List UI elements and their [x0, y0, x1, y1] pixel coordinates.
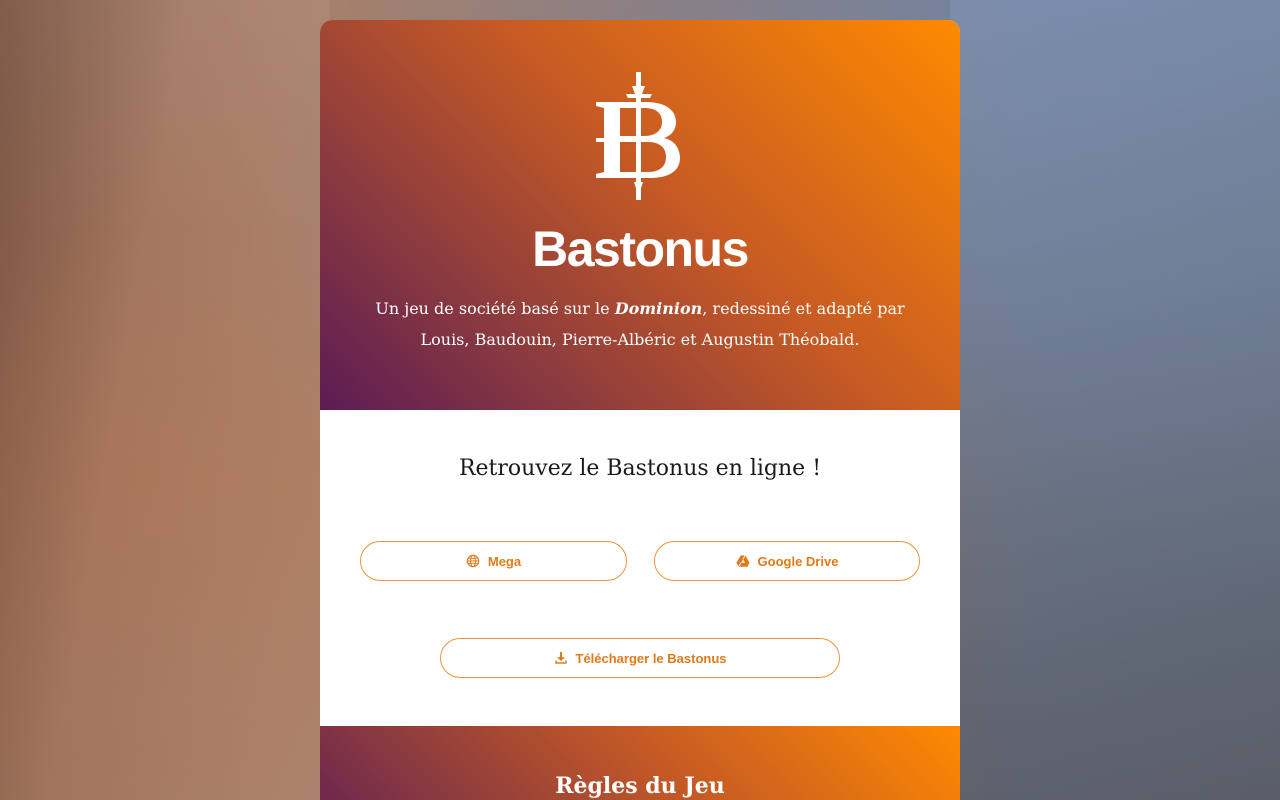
main-card: Bastonus Un jeu de société basé sur le D… — [320, 20, 960, 800]
globe-icon — [466, 554, 480, 568]
download-icon — [554, 651, 567, 664]
background-cliffs — [0, 0, 330, 800]
hero-section: Bastonus Un jeu de société basé sur le D… — [320, 20, 960, 410]
google-drive-icon — [735, 555, 750, 567]
google-drive-button[interactable]: Google Drive — [654, 541, 920, 581]
hero-subtitle: Un jeu de société basé sur le Dominion, … — [360, 293, 920, 355]
download-label: Télécharger le Bastonus — [575, 650, 727, 666]
subtitle-emphasis: Dominion — [614, 299, 703, 318]
rules-section: Règles du Jeu — [320, 726, 960, 800]
online-section: Retrouvez le Bastonus en ligne ! Mega Go… — [320, 410, 960, 726]
mega-label: Mega — [487, 553, 522, 569]
page-title: Bastonus — [532, 221, 749, 277]
download-button[interactable]: Télécharger le Bastonus — [440, 638, 840, 678]
rules-heading: Règles du Jeu — [555, 773, 725, 799]
sword-b-logo-icon — [596, 72, 680, 200]
subtitle-text-before: Un jeu de société basé sur le — [375, 299, 615, 318]
mega-button[interactable]: Mega — [360, 541, 627, 581]
google-drive-label: Google Drive — [757, 553, 839, 569]
background-forest — [950, 0, 1280, 800]
online-heading: Retrouvez le Bastonus en ligne ! — [458, 456, 822, 481]
